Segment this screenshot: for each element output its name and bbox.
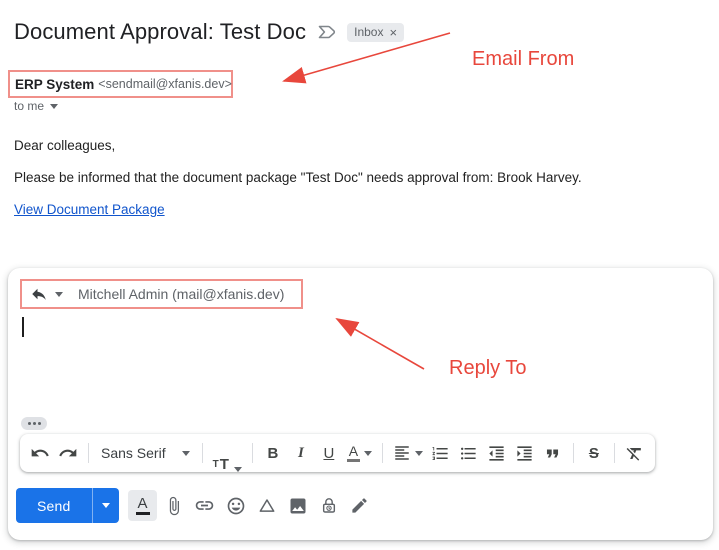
insert-from-drive-button[interactable] [251, 490, 282, 521]
bulleted-list-icon [461, 447, 476, 459]
inbox-label-chip[interactable]: Inbox × [347, 22, 405, 42]
insert-photo-button[interactable] [282, 490, 313, 521]
font-family-value: Sans Serif [101, 445, 166, 461]
numbered-list-icon [432, 446, 448, 460]
importance-marker-icon[interactable] [316, 22, 338, 42]
compose-actions [158, 490, 375, 521]
text-color-icon: A [346, 444, 360, 462]
remove-label-icon[interactable]: × [389, 25, 397, 40]
image-icon [290, 498, 305, 513]
indent-less-button[interactable] [483, 434, 511, 472]
reply-recipient-highlight-box: Mitchell Admin (mail@xfanis.dev) [20, 279, 303, 309]
bulleted-list-button[interactable] [455, 434, 483, 472]
paperclip-icon [169, 496, 179, 515]
show-trimmed-content-button[interactable] [21, 417, 47, 430]
sender-email: <sendmail@xfanis.dev> [98, 77, 232, 91]
text-color-button[interactable]: A [343, 434, 376, 472]
reply-type-dropdown-icon[interactable] [55, 291, 63, 297]
quote-icon [547, 449, 559, 457]
insert-emoji-button[interactable] [220, 490, 251, 521]
size-small-glyph: T [212, 459, 219, 470]
indent-more-button[interactable] [511, 434, 539, 472]
chevron-down-icon [363, 450, 372, 456]
drive-icon [259, 498, 274, 512]
chevron-down-icon [181, 450, 190, 456]
confidential-mode-button[interactable] [313, 490, 344, 521]
size-large-glyph: T [219, 456, 229, 473]
emoji-icon [227, 497, 244, 514]
gmail-message-view: Document Approval: Test Doc Inbox × ERP … [0, 0, 719, 550]
email-from-annotation-label: Email From [472, 48, 575, 70]
formatting-options-icon: A [135, 496, 150, 515]
insert-link-button[interactable] [189, 490, 220, 521]
sender-name[interactable]: ERP System [15, 77, 94, 92]
lock-clock-icon [322, 497, 335, 513]
toolbar-divider [572, 443, 574, 463]
toolbar-divider [613, 443, 615, 463]
send-button[interactable]: Send [16, 488, 92, 523]
link-icon [195, 501, 214, 510]
redo-button[interactable] [54, 434, 82, 472]
font-family-selector[interactable]: Sans Serif [95, 434, 196, 472]
quote-button[interactable] [539, 434, 567, 472]
send-options-button[interactable] [91, 488, 119, 523]
underline-icon: U [323, 444, 335, 462]
send-button-label: Send [37, 497, 71, 514]
toolbar-divider [251, 443, 253, 463]
toolbar-divider [88, 443, 89, 463]
chevron-down-icon [414, 450, 423, 456]
show-details-icon[interactable] [50, 103, 59, 109]
reply-recipient-value[interactable]: Mitchell Admin (mail@xfanis.dev) [78, 286, 284, 302]
inbox-label-text: Inbox [354, 25, 384, 39]
toolbar-divider [381, 443, 383, 463]
pen-icon [352, 498, 367, 513]
italic-icon: I [297, 444, 304, 461]
italic-button[interactable]: I [287, 434, 315, 472]
attach-file-button[interactable] [158, 490, 189, 521]
body-message: Please be informed that the document pac… [14, 170, 582, 185]
reply-type-icon[interactable] [30, 285, 48, 303]
indent-more-icon [517, 445, 532, 461]
subject-row: Document Approval: Test Doc Inbox × [14, 19, 405, 45]
toolbar-divider [201, 443, 203, 463]
view-document-package-link[interactable]: View Document Package [14, 202, 165, 217]
strikethrough-icon: S [588, 444, 599, 462]
chevron-down-icon [101, 503, 110, 508]
formatting-options-toggle[interactable]: A [128, 490, 157, 521]
compose-text-cursor[interactable] [22, 317, 24, 337]
bold-button[interactable]: B [259, 434, 287, 472]
underline-button[interactable]: U [315, 434, 343, 472]
indent-less-icon [489, 445, 504, 461]
formatting-toolbar: Sans Serif T T B I U A S [20, 434, 655, 472]
remove-formatting-button[interactable] [621, 434, 649, 472]
recipient-row[interactable]: to me [14, 99, 59, 113]
undo-button[interactable] [26, 434, 54, 472]
chevron-down-icon [233, 467, 242, 472]
align-left-icon [395, 446, 409, 460]
remove-formatting-icon [626, 447, 642, 461]
bold-icon: B [267, 444, 279, 462]
insert-signature-button[interactable] [344, 490, 375, 521]
send-button-group: Send [16, 488, 119, 523]
text-size-selector[interactable]: T T [209, 434, 246, 472]
numbered-list-button[interactable] [427, 434, 455, 472]
email-subject: Document Approval: Test Doc [14, 19, 307, 44]
align-button[interactable] [389, 434, 427, 472]
body-greeting: Dear colleagues, [14, 138, 116, 153]
sender-highlight-box: ERP System <sendmail@xfanis.dev> [8, 70, 233, 98]
strikethrough-button[interactable]: S [580, 434, 608, 472]
recipient-text: to me [14, 99, 45, 113]
